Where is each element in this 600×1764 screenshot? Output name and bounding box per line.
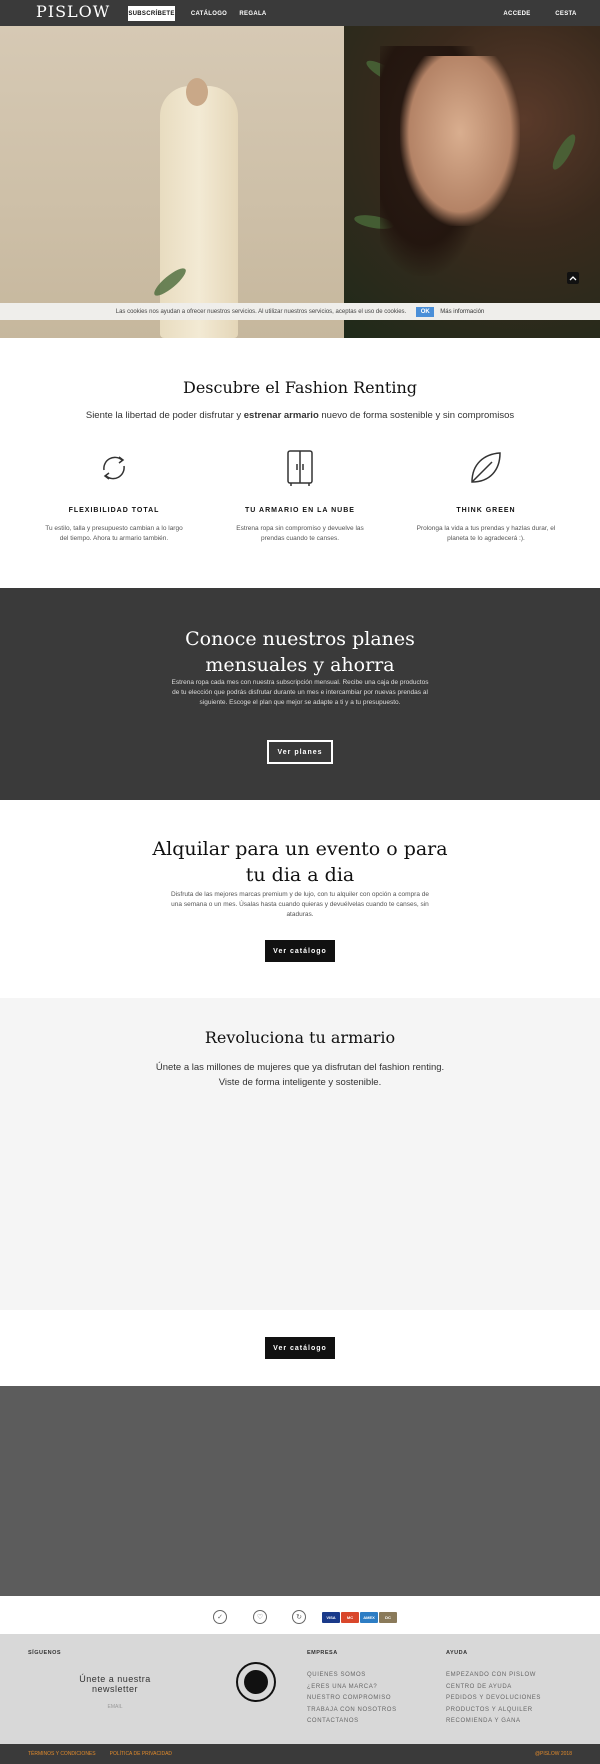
company-links: QUIENES SOMOS ¿ERES UNA MARCA? NUESTRO C… <box>307 1670 397 1728</box>
cycle-icon: ↻ <box>292 1610 306 1624</box>
intro-title: Descubre el Fashion Renting <box>182 378 417 397</box>
footer-link[interactable]: CONTACTANOS <box>307 1716 397 1728</box>
footer-link[interactable]: PRODUCTOS Y ALQUILER <box>446 1705 541 1717</box>
feature-title: THINK GREEN <box>456 507 516 514</box>
amex-icon: AMEX <box>360 1612 378 1623</box>
scroll-top-button[interactable] <box>567 272 579 284</box>
cookie-bar: Las cookies nos ayudan a ofrecer nuestro… <box>0 303 600 320</box>
intro-subtitle-pre: Siente la libertad de poder disfrutar y <box>85 410 244 421</box>
view-plans-button[interactable]: Ver planes <box>267 740 333 764</box>
leaf-icon <box>471 452 501 483</box>
fashion-seal-icon <box>236 1662 276 1702</box>
plans-section: Conoce nuestros planes mensuales y ahorr… <box>0 588 600 800</box>
refresh-icon <box>103 456 125 480</box>
copyright: @PISLOW 2018 <box>534 1751 572 1757</box>
visa-icon: VISA <box>322 1612 340 1623</box>
feature-title: TU ARMARIO EN LA NUBE <box>245 507 355 514</box>
feature-cloud-wardrobe: TU ARMARIO EN LA NUBE Estrena ropa sin c… <box>230 448 370 544</box>
footer-link[interactable]: CENTRO DE AYUDA <box>446 1682 541 1694</box>
footer-link[interactable]: TRABAJA CON NOSOTROS <box>307 1705 397 1717</box>
model-figure <box>160 86 238 338</box>
terms-link[interactable]: TÉRMINOS Y CONDICIONES <box>28 1751 96 1757</box>
shirt-icon: ♡ <box>253 1610 267 1624</box>
privacy-link[interactable]: POLÍTICA DE PRIVACIDAD <box>110 1751 172 1757</box>
wardrobe-icon <box>287 450 313 486</box>
footer: SÍGUENOS Únete a nuestra newsletter EMAI… <box>0 1634 600 1744</box>
mastercard-icon: MC <box>341 1612 359 1623</box>
revolution-text: Únete a las millones de mujeres que ya d… <box>155 1062 445 1088</box>
bottom-bar: TÉRMINOS Y CONDICIONES POLÍTICA DE PRIVA… <box>0 1744 600 1764</box>
footer-link[interactable]: EMPEZANDO CON PISLOW <box>446 1670 541 1682</box>
intro-subtitle-bold: estrenar armario <box>243 410 319 421</box>
feature-text: Prolonga la vida a tus prendas y hazlas … <box>416 525 556 542</box>
diners-icon: DC <box>379 1612 397 1623</box>
feature-think-green: THINK GREEN Prolonga la vida a tus prend… <box>416 448 556 544</box>
event-title: Alquilar para un evento o para tu dia a … <box>152 838 448 886</box>
intro-subtitle-post: nuevo de forma sostenible y sin compromi… <box>318 410 515 421</box>
follow-heading: SÍGUENOS <box>28 1650 62 1656</box>
portrait-face <box>400 56 520 226</box>
footer-link[interactable]: NUESTRO COMPROMISO <box>307 1693 397 1705</box>
help-heading: AYUDA <box>446 1650 468 1656</box>
hero-banner <box>0 26 600 338</box>
newsletter-email-input[interactable]: EMAIL <box>95 1704 135 1710</box>
nav-login[interactable]: ACCEDE <box>502 6 532 21</box>
revolution-title: Revoluciona tu armario <box>204 1028 396 1047</box>
event-text: Disfruta de las mejores marcas premium y… <box>171 891 429 918</box>
feature-text: Estrena ropa sin compromiso y devuelve l… <box>236 525 364 542</box>
newsletter-title: Únete a nuestra newsletter <box>79 1674 151 1694</box>
footer-link[interactable]: ¿ERES UNA MARCA? <box>307 1682 397 1694</box>
company-heading: EMPRESA <box>307 1650 338 1656</box>
chevron-up-icon <box>569 276 577 281</box>
view-catalog-button[interactable]: Ver catálogo <box>265 940 335 962</box>
logo[interactable]: PISLOW <box>36 2 110 21</box>
footer-link[interactable]: QUIENES SOMOS <box>307 1670 397 1682</box>
subscribe-button[interactable]: SUBSCRÍBETE <box>128 6 175 21</box>
footer-link[interactable]: PEDIDOS Y DEVOLUCIONES <box>446 1693 541 1705</box>
secure-icon: ✓ <box>213 1610 227 1624</box>
help-links: EMPEZANDO CON PISLOW CENTRO DE AYUDA PED… <box>446 1670 541 1728</box>
cookie-ok-button[interactable]: OK <box>416 306 435 317</box>
cookie-more-link[interactable]: Más información <box>440 309 484 315</box>
plans-title: Conoce nuestros planes mensuales y ahorr… <box>185 628 415 676</box>
model-head <box>186 78 208 106</box>
revolution-section: Revoluciona tu armario Únete a las millo… <box>0 998 600 1310</box>
hero-image-left <box>0 26 344 338</box>
cookie-text: Las cookies nos ayudan a ofrecer nuestro… <box>115 308 407 315</box>
plant-leaf <box>548 131 580 173</box>
plans-text: Estrena ropa cada mes con nuestra subscr… <box>171 679 429 706</box>
media-band <box>0 1386 600 1596</box>
nav-cart[interactable]: CESTA <box>552 6 580 21</box>
feature-flexibility: FLEXIBILIDAD TOTAL Tu estilo, talla y pr… <box>44 448 184 544</box>
payment-row: ✓ ♡ ↻ VISA MC AMEX DC <box>0 1610 600 1632</box>
nav-catalog[interactable]: CATÁLOGO <box>191 6 227 21</box>
feature-text: Tu estilo, talla y presupuesto cambian a… <box>45 525 183 542</box>
intro-subtitle: Siente la libertad de poder disfrutar y … <box>0 410 600 421</box>
nav-gift[interactable]: REGALA <box>238 6 268 21</box>
footer-link[interactable]: RECOMIENDA Y GANA <box>446 1716 541 1728</box>
top-navbar: PISLOW SUBSCRÍBETE CATÁLOGO REGALA ACCED… <box>0 0 600 26</box>
view-catalog-button-2[interactable]: Ver catálogo <box>265 1337 335 1359</box>
feature-title: FLEXIBILIDAD TOTAL <box>68 507 160 514</box>
